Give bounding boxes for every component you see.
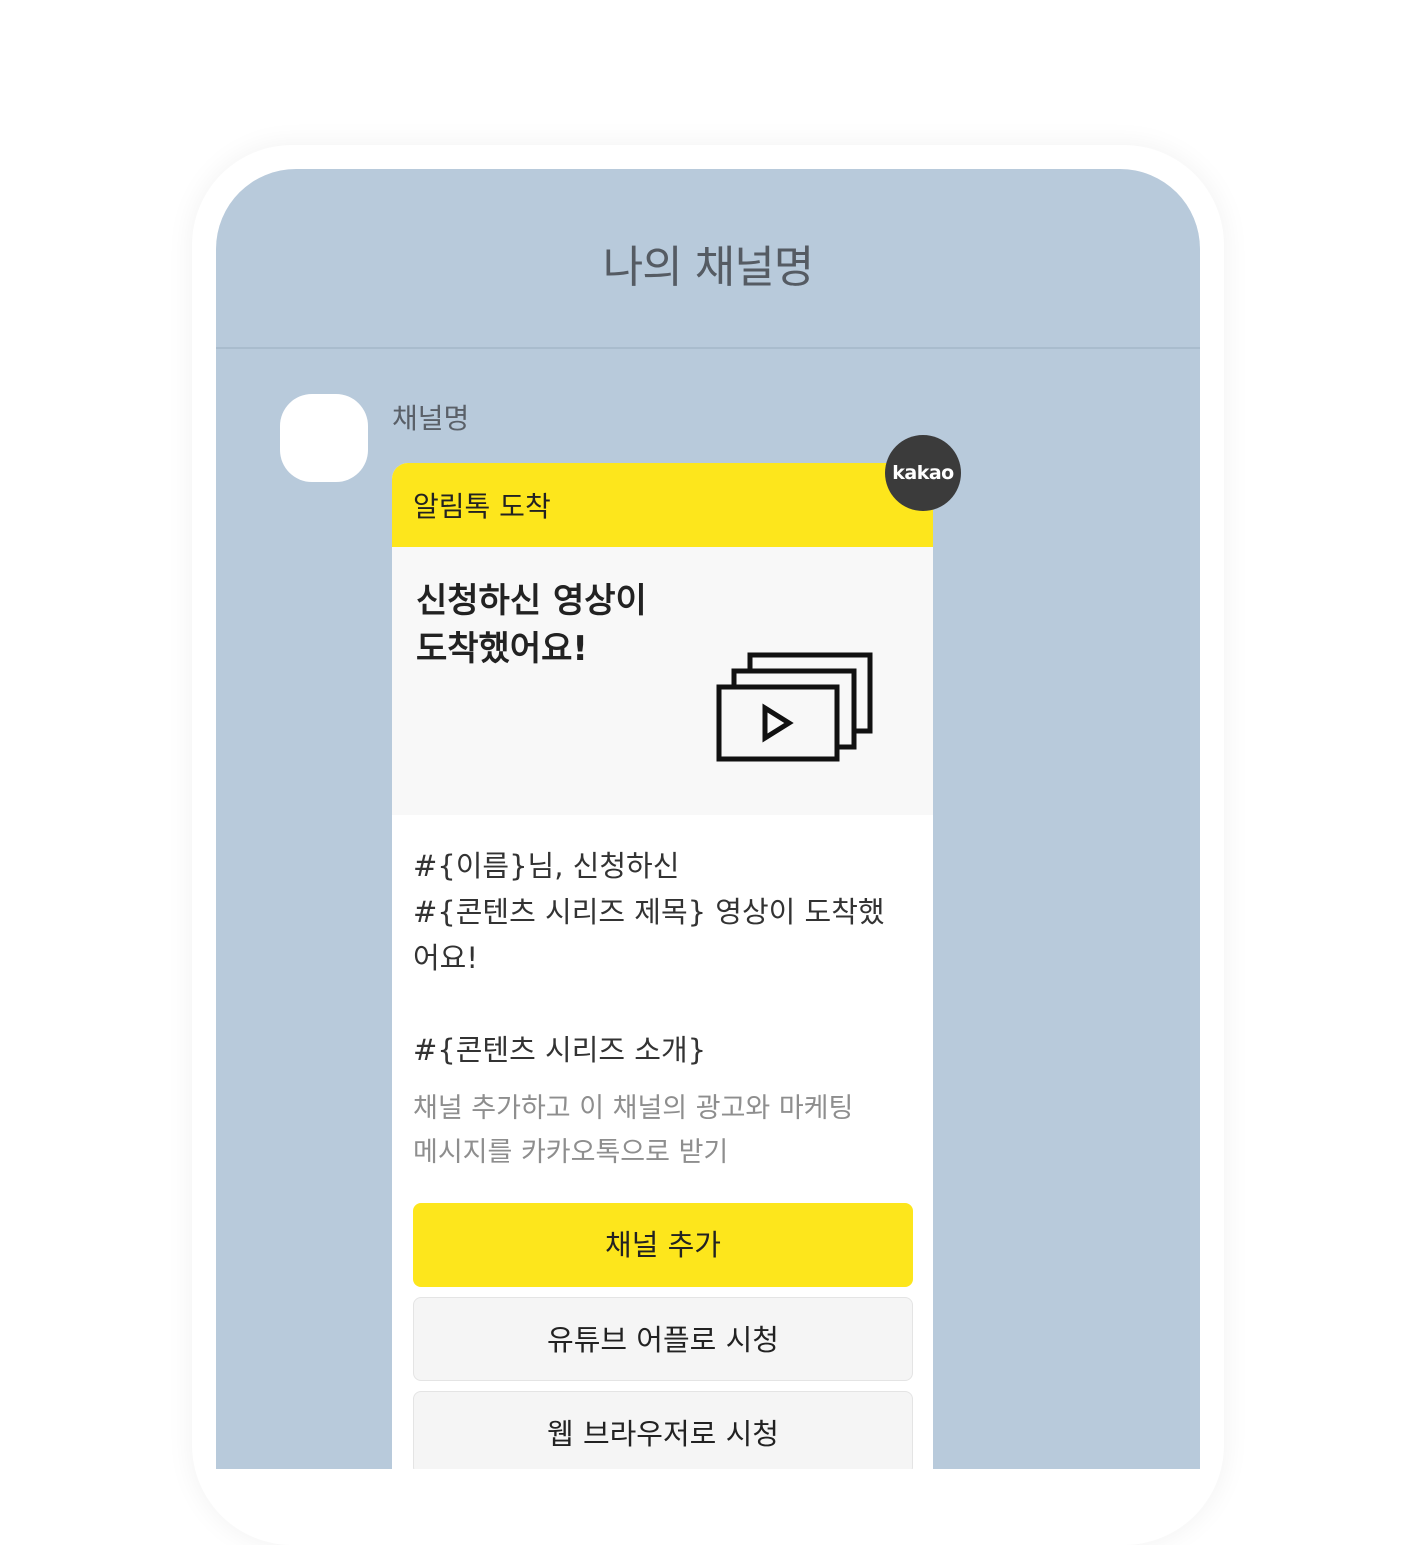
hero-title: 신청하신 영상이 도착했어요! xyxy=(416,581,647,669)
kakao-badge: kakao xyxy=(885,435,961,511)
channel-avatar[interactable] xyxy=(280,394,368,482)
alimtalk-card: 알림톡 도착 신청하신 영상이 도착했어요! #{이름}님, 신청하신 #{콘텐… xyxy=(392,463,933,1469)
watch-youtube-app-button[interactable]: 유튜브 어플로 시청 xyxy=(413,1297,913,1381)
card-hero: 신청하신 영상이 도착했어요! xyxy=(392,547,933,815)
card-header: 알림톡 도착 xyxy=(392,463,933,547)
add-channel-button[interactable]: 채널 추가 xyxy=(413,1203,913,1287)
chat-header: 나의 채널명 xyxy=(216,169,1200,349)
watch-web-browser-button[interactable]: 웹 브라우저로 시청 xyxy=(413,1391,913,1469)
video-stack-play-icon xyxy=(716,652,873,762)
chat-screen: 나의 채널명 채널명 알림톡 도착 신청하신 영상이 도착했어요! #{이름}님… xyxy=(216,169,1200,1469)
series-intro: #{콘텐츠 시리즈 소개} xyxy=(413,1033,707,1067)
message-body: #{이름}님, 신청하신 #{콘텐츠 시리즈 제목} 영상이 도착했 어요! xyxy=(413,849,885,975)
sender-name: 채널명 xyxy=(392,402,470,435)
card-body: #{이름}님, 신청하신 #{콘텐츠 시리즈 제목} 영상이 도착했 어요! #… xyxy=(392,815,933,1469)
page-title: 나의 채널명 xyxy=(602,242,814,293)
channel-add-note: 채널 추가하고 이 채널의 광고와 마케팅 메시지를 카카오톡으로 받기 xyxy=(413,1093,854,1168)
